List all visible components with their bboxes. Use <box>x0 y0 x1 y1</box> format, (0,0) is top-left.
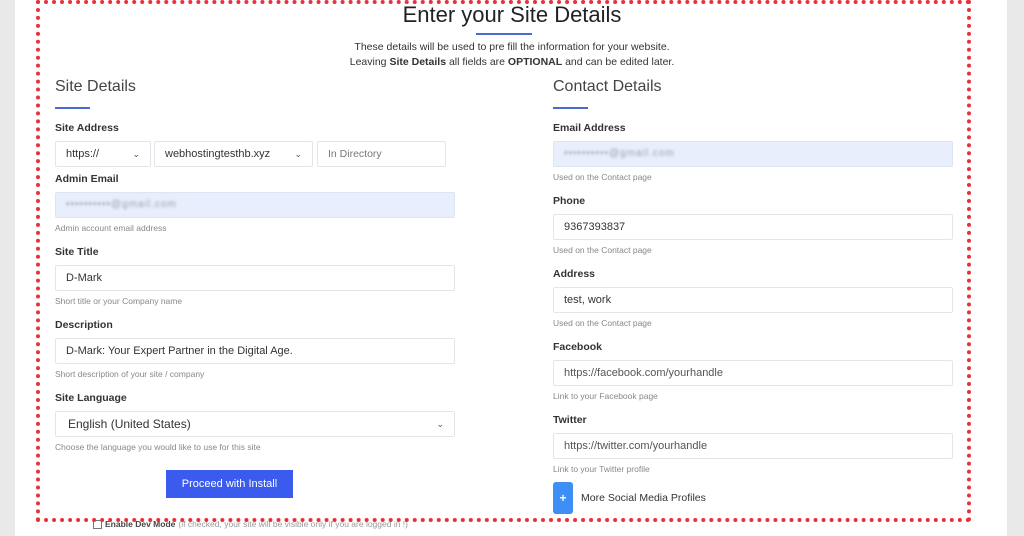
dev-mode-note: (if checked, your site will be visible o… <box>178 519 408 529</box>
site-details-title: Site Details <box>55 78 136 95</box>
email-address-input[interactable]: ••••••••••@gmail.com <box>553 141 953 167</box>
section-underline <box>55 107 90 109</box>
intro-text-part: all fields are <box>446 56 508 68</box>
site-language-label: Site Language <box>55 392 127 404</box>
description-label: Description <box>55 319 113 331</box>
dev-mode-label[interactable]: Enable Dev Mode <box>105 519 175 529</box>
address-label: Address <box>553 268 596 280</box>
description-hint: Short description of your site / company <box>55 369 205 379</box>
site-language-value: English (United States) <box>68 417 191 431</box>
description-input[interactable]: D-Mark: Your Expert Partner in the Digit… <box>55 338 455 364</box>
admin-email-input[interactable]: ••••••••••@gmail.com <box>55 192 455 218</box>
admin-email-hint: Admin account email address <box>55 223 167 233</box>
site-language-hint: Choose the language you would like to us… <box>55 442 261 452</box>
site-title-value: D-Mark <box>66 272 103 284</box>
intro-bold-optional: OPTIONAL <box>507 56 563 68</box>
email-address-value: ••••••••••@gmail.com <box>564 148 675 159</box>
email-address-hint: Used on the Contact page <box>553 172 652 182</box>
site-details-section: Site Details Site Address https:// ⌄ web… <box>55 78 455 453</box>
phone-hint: Used on the Contact page <box>553 245 652 255</box>
phone-label: Phone <box>553 195 586 207</box>
site-language-select[interactable]: English (United States) ⌄ <box>55 411 455 437</box>
address-input[interactable]: test, work <box>553 287 953 313</box>
intro-text-part: Leaving <box>349 56 390 68</box>
title-underline <box>476 33 532 35</box>
directory-input[interactable]: In Directory <box>317 141 446 167</box>
twitter-hint: Link to your Twitter profile <box>553 464 650 474</box>
plus-icon[interactable]: + <box>553 482 573 514</box>
more-social-media-profiles[interactable]: + More Social Media Profiles <box>553 482 706 514</box>
contact-details-title: Contact Details <box>553 78 662 95</box>
facebook-input[interactable]: https://facebook.com/yourhandle <box>553 360 953 386</box>
facebook-hint: Link to your Facebook page <box>553 391 658 401</box>
address-value: test, work <box>564 294 612 306</box>
domain-select[interactable]: webhostingtesthb.xyz ⌄ <box>154 141 313 167</box>
more-social-media-label: More Social Media Profiles <box>581 492 706 504</box>
twitter-label: Twitter <box>553 414 587 426</box>
intro-text-part: and can be edited later. <box>562 56 675 68</box>
intro-line-1: These details will be used to pre fill t… <box>354 41 670 53</box>
enable-dev-mode-checkbox[interactable] <box>93 519 102 529</box>
twitter-placeholder: https://twitter.com/yourhandle <box>564 440 708 452</box>
chevron-down-icon: ⌄ <box>436 419 444 429</box>
phone-input[interactable]: 9367393837 <box>553 214 953 240</box>
facebook-placeholder: https://facebook.com/yourhandle <box>564 367 723 379</box>
intro-line-2: Leaving Site Details all fields are OPTI… <box>0 55 1024 70</box>
site-title-input[interactable]: D-Mark <box>55 265 455 291</box>
domain-value: webhostingtesthb.xyz <box>165 148 271 160</box>
admin-email-value: ••••••••••@gmail.com <box>66 199 177 210</box>
twitter-input[interactable]: https://twitter.com/yourhandle <box>553 433 953 459</box>
page-title: Enter your Site Details <box>402 2 622 27</box>
dev-mode-option: Enable Dev Mode (if checked, your site w… <box>93 519 408 529</box>
site-address-row: https:// ⌄ webhostingtesthb.xyz ⌄ In Dir… <box>55 141 455 167</box>
email-address-label: Email Address <box>553 122 626 134</box>
site-title-hint: Short title or your Company name <box>55 296 183 306</box>
intro-text: These details will be used to pre fill t… <box>0 40 1024 70</box>
admin-email-label: Admin Email <box>55 173 119 185</box>
directory-placeholder: In Directory <box>328 148 382 160</box>
address-hint: Used on the Contact page <box>553 318 652 328</box>
proceed-with-install-button[interactable]: Proceed with Install <box>166 470 293 498</box>
site-address-label: Site Address <box>55 122 119 134</box>
phone-value: 9367393837 <box>564 221 626 233</box>
intro-bold-site-details: Site Details <box>389 56 447 68</box>
contact-details-section: Contact Details Email Address ••••••••••… <box>553 78 953 475</box>
chevron-down-icon: ⌄ <box>294 149 302 159</box>
protocol-value: https:// <box>66 148 100 160</box>
section-underline <box>553 107 588 109</box>
chevron-down-icon: ⌄ <box>132 149 140 159</box>
description-value: D-Mark: Your Expert Partner in the Digit… <box>66 345 293 357</box>
site-title-label: Site Title <box>55 246 99 258</box>
facebook-label: Facebook <box>553 341 603 353</box>
protocol-select[interactable]: https:// ⌄ <box>55 141 151 167</box>
